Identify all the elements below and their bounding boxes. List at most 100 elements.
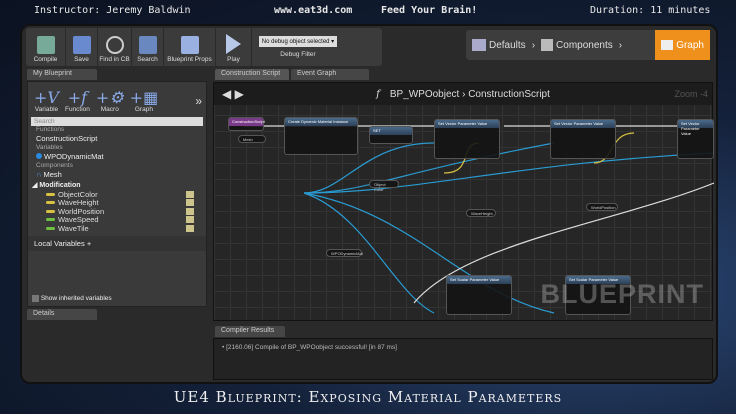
mode-defaults[interactable]: Defaults <box>466 30 532 60</box>
variable-item[interactable]: WaveHeight <box>28 198 206 207</box>
node-set[interactable]: SET <box>369 126 413 144</box>
node-worldposition-getter[interactable]: WorldPosition <box>586 203 618 211</box>
blueprint-search-input[interactable]: Search <box>31 117 203 126</box>
variable-type-icon <box>46 201 55 205</box>
blueprint-watermark: BLUEPRINT <box>540 279 704 309</box>
add-function-button[interactable]: +f Function <box>65 88 90 113</box>
category-modification[interactable]: ◢ Modification <box>28 180 206 190</box>
zoom-label: Zoom -4 <box>674 89 708 99</box>
node-set-scalar-param[interactable]: Set Scalar Parameter Value <box>446 275 512 315</box>
eye-icon[interactable] <box>186 207 194 215</box>
search-label: Search <box>137 56 158 63</box>
node-title: Set Vector Parameter Value <box>678 120 713 136</box>
compiler-message-text: [2160.06] Compile of BP_WPOobject succes… <box>226 344 397 351</box>
component-label: Mesh <box>43 170 62 179</box>
blueprint-editor-window: Compile Save Find in CB Search Blueprint… <box>20 24 718 384</box>
variable-dot-icon <box>36 153 42 159</box>
tab-construction-script[interactable]: Construction Script <box>215 69 289 80</box>
variable-item[interactable]: WorldPosition <box>28 207 206 216</box>
magnifier-icon <box>105 36 124 54</box>
variable-item[interactable]: ObjectColor <box>28 190 206 199</box>
node-construction-script[interactable]: ConstructionScript <box>228 117 265 131</box>
tab-my-blueprint[interactable]: My Blueprint <box>27 69 97 80</box>
compiler-message: • [2160.06] Compile of BP_WPOobject succ… <box>222 344 397 351</box>
search-button[interactable]: Search <box>132 28 164 66</box>
debug-filter[interactable]: No debug object selected ▾ Debug Filter <box>252 28 344 66</box>
play-label: Play <box>227 56 240 63</box>
graph-header: ◀ ▶ f BP_WPOobject › ConstructionScript … <box>214 83 712 105</box>
component-mesh[interactable]: ∩ Mesh <box>28 169 206 180</box>
eye-icon[interactable] <box>186 216 194 224</box>
local-variables-header: Local Variables + <box>28 235 206 251</box>
variable-item[interactable]: WaveSpeed <box>28 215 206 224</box>
duration-label: Duration: 11 minutes <box>590 5 711 16</box>
props-label: Blueprint Props <box>167 56 212 63</box>
variable-wpodynamicmat[interactable]: WPODynamicMat <box>28 151 206 162</box>
graph-subtitle: ConstructionScript <box>468 88 550 100</box>
variable-name: WaveTile <box>58 223 89 233</box>
node-waveheight-getter[interactable]: WaveHeight <box>466 209 496 217</box>
local-variables-label: Local Variables <box>34 238 85 248</box>
mesh-icon: ∩ <box>36 170 42 179</box>
node-title: Set Scalar Parameter Value <box>447 276 511 284</box>
show-inherited-checkbox[interactable]: Show inherited variables <box>28 294 120 303</box>
node-set-vector-param[interactable]: Set Vector Parameter Value <box>677 119 714 159</box>
node-objectcolor-getter[interactable]: Object Color <box>369 180 399 192</box>
variable-item[interactable]: WaveTile <box>28 224 206 233</box>
node-mesh-getter[interactable]: Mesh <box>238 135 266 143</box>
graph-title: BP_WPOobject <box>389 88 460 100</box>
node-wpodynamicmat-getter[interactable]: WPODynamicMat <box>326 249 363 257</box>
slogan-label: Feed Your Brain! <box>381 5 478 16</box>
compile-gear-icon <box>36 36 55 54</box>
variable-type-icon <box>46 218 55 222</box>
mode-switcher: Defaults › Components › Graph <box>466 30 710 60</box>
function-construction-script[interactable]: ConstructionScript <box>28 133 206 144</box>
add-variable-button[interactable]: +V Variable <box>34 88 59 113</box>
add-variable-label: Variable <box>34 106 59 113</box>
blueprint-props-button[interactable]: Blueprint Props <box>164 28 216 66</box>
add-function-label: Function <box>64 106 90 113</box>
node-create-dynamic-material[interactable]: Create Dynamic Material Instance <box>284 117 358 155</box>
save-button[interactable]: Save <box>66 28 98 66</box>
node-set-vector-param[interactable]: Set Vector Parameter Value <box>434 119 500 159</box>
components-header: Components <box>36 162 73 169</box>
components-icon <box>541 39 554 51</box>
save-icon <box>72 36 91 54</box>
mode-components[interactable]: Components <box>535 30 619 60</box>
defaults-icon <box>472 39 486 51</box>
instructor-label: Instructor: Jeremy Baldwin <box>34 5 191 16</box>
show-inherited-label: Show inherited variables <box>40 295 112 302</box>
variables-header: Variables <box>36 144 63 151</box>
function-icon: f <box>376 88 380 100</box>
debug-filter-label: Debug Filter <box>280 51 316 58</box>
eye-icon[interactable] <box>186 199 194 207</box>
add-macro-label: Macro <box>100 106 119 113</box>
eye-icon[interactable] <box>186 190 194 198</box>
add-function-icon: +f <box>67 88 88 107</box>
toolbar: Compile Save Find in CB Search Blueprint… <box>26 28 382 66</box>
components-label: Components <box>556 39 613 51</box>
tab-details[interactable]: Details <box>27 309 97 320</box>
debug-object-select[interactable]: No debug object selected ▾ <box>258 36 338 47</box>
expand-chevron-icon[interactable]: » <box>195 88 202 113</box>
graph-canvas[interactable]: ◀ ▶ f BP_WPOobject › ConstructionScript … <box>213 82 714 321</box>
eye-icon[interactable] <box>186 224 194 232</box>
tab-event-graph[interactable]: Event Graph <box>291 69 369 80</box>
mode-graph[interactable]: Graph <box>655 30 710 60</box>
my-blueprint-panel: +V Variable +f Function +⚙ Macro +▦ Graph » … <box>27 81 207 307</box>
add-macro-button[interactable]: +⚙ Macro <box>96 88 124 113</box>
add-graph-button[interactable]: +▦ Graph <box>130 88 159 113</box>
compile-button[interactable]: Compile <box>26 28 66 66</box>
add-local-variable-icon[interactable]: + <box>87 239 91 248</box>
back-arrow-icon[interactable]: ◀ ▶ <box>222 87 244 101</box>
node-title: Set Vector Parameter Value <box>435 120 499 128</box>
node-set-vector-param[interactable]: Set Vector Parameter Value <box>550 119 616 159</box>
variable-label: WPODynamicMat <box>44 152 104 161</box>
find-label: Find in CB <box>99 56 130 63</box>
category-label: Modification <box>39 182 81 189</box>
compiler-results-panel: • [2160.06] Compile of BP_WPOobject succ… <box>213 338 713 380</box>
tab-compiler-results[interactable]: Compiler Results <box>215 326 285 337</box>
play-button[interactable]: Play <box>216 28 252 66</box>
find-in-cb-button[interactable]: Find in CB <box>98 28 132 66</box>
node-title: Create Dynamic Material Instance <box>285 118 357 126</box>
